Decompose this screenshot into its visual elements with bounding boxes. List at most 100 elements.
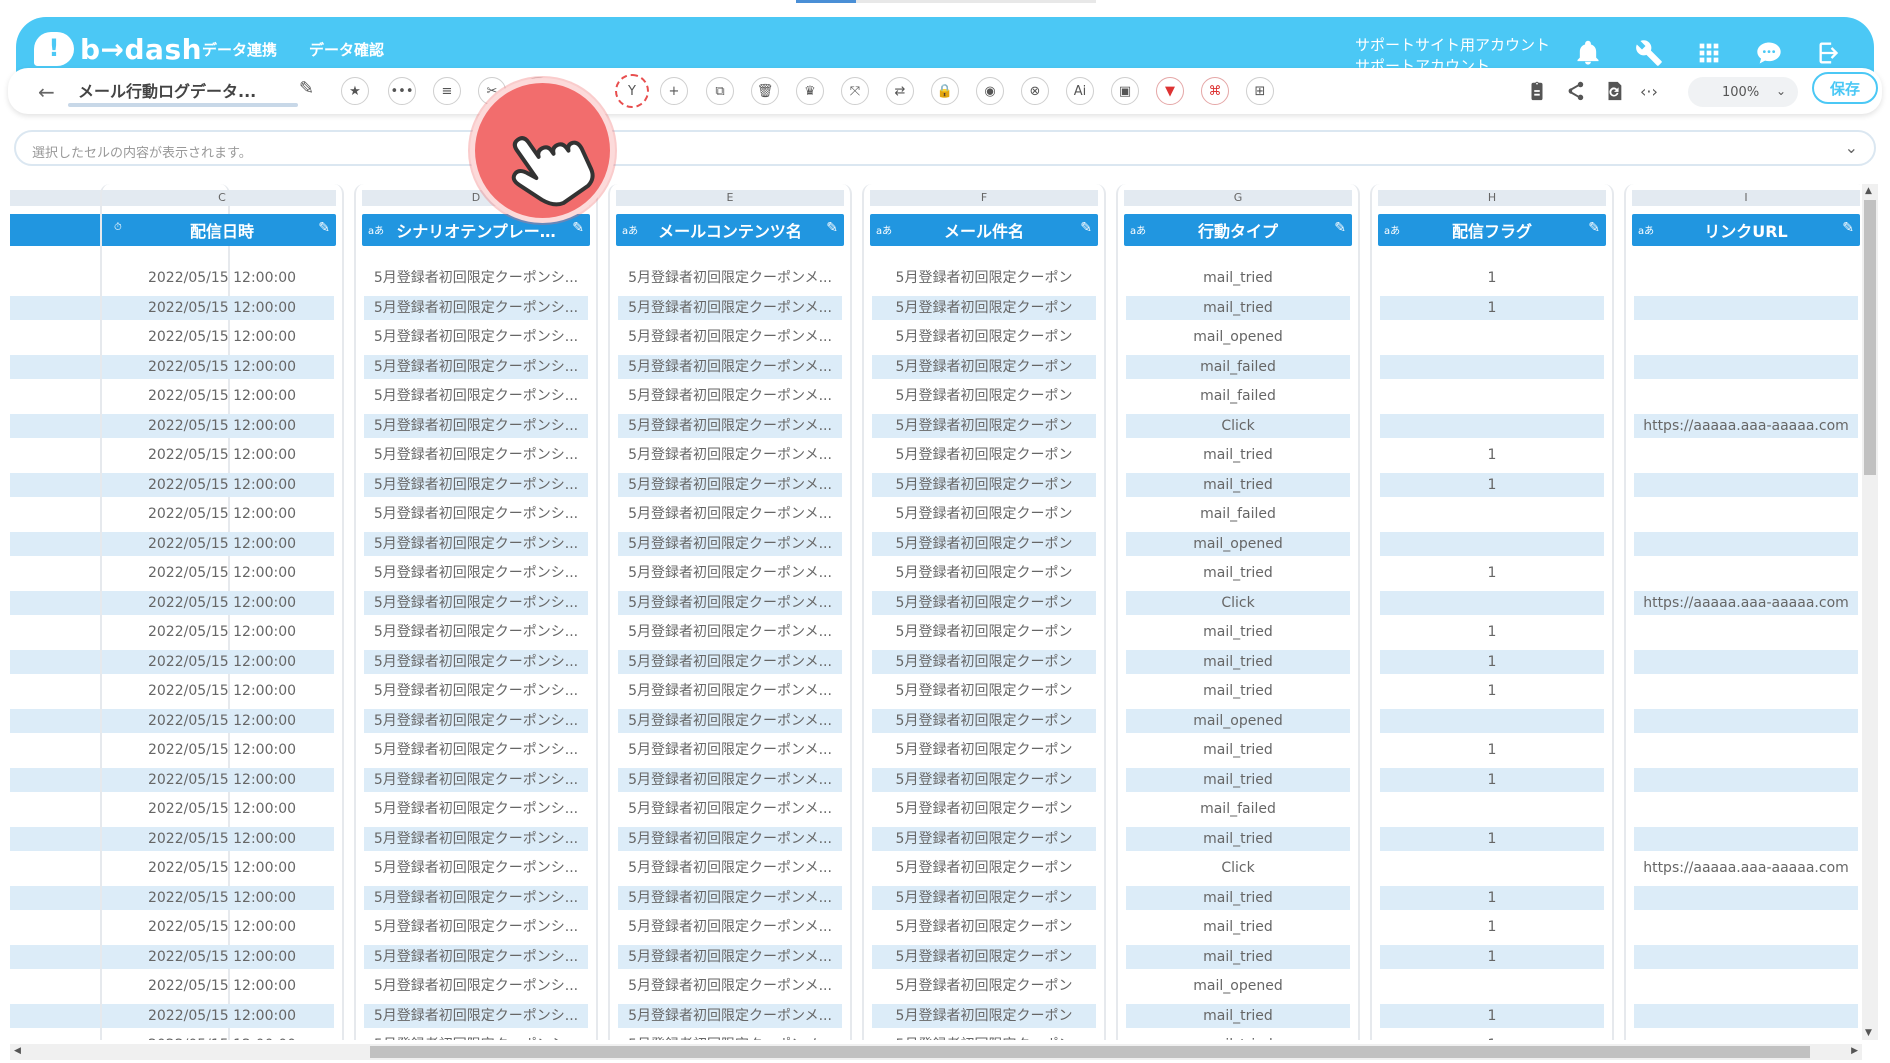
zoom-select[interactable]: 100% ⌄ (1688, 77, 1798, 107)
table-tool-button[interactable]: ⊞ (1246, 77, 1274, 105)
grid-cell[interactable]: 5月登録者初回限定クーポン (872, 974, 1096, 998)
grid-cell[interactable] (1634, 738, 1858, 762)
grid-cell[interactable]: mail_failed (1126, 797, 1350, 821)
grid-cell[interactable]: Click (1126, 590, 1350, 615)
grid-cell[interactable]: 5月登録者初回限定クーポン (872, 590, 1096, 615)
grid-cell[interactable]: 5月登録者初回限定クーポンシ... (364, 295, 588, 320)
grid-cell[interactable]: 5月登録者初回限定クーポンメ... (618, 590, 842, 615)
grid-cell[interactable]: 5月登録者初回限定クーポン (872, 1003, 1096, 1028)
frame-tool-button[interactable]: ▣ (1111, 77, 1139, 105)
grid-cell[interactable] (1634, 561, 1858, 585)
grid-cell[interactable]: 1 (1380, 1003, 1604, 1028)
grid-cell[interactable]: 5月登録者初回限定クーポンメ... (618, 384, 842, 408)
grid-cell[interactable]: 5月登録者初回限定クーポンメ... (618, 620, 842, 644)
grid-cell[interactable]: 1 (1380, 767, 1604, 792)
edit-column-icon[interactable]: ✎ (826, 220, 838, 236)
grid-cell[interactable]: 5月登録者初回限定クーポンメ... (618, 443, 842, 467)
grid-cell[interactable]: 2022/05/15 12:00:00 (110, 738, 334, 762)
vertical-scrollbar[interactable]: ▲ ▼ (1862, 184, 1878, 1040)
grid-cell[interactable]: 1 (1380, 679, 1604, 703)
grid-cell[interactable]: 2022/05/15 12:00:00 (110, 531, 334, 556)
edit-title-icon[interactable]: ✎ (299, 78, 314, 99)
grid-cell[interactable]: 5月登録者初回限定クーポンシ... (364, 443, 588, 467)
grid-cell[interactable]: 5月登録者初回限定クーポンメ... (618, 502, 842, 526)
grid-cell[interactable]: 5月登録者初回限定クーポンシ... (364, 590, 588, 615)
grid-cell[interactable] (1634, 1033, 1858, 1040)
grid-cell[interactable]: 2022/05/15 12:00:00 (110, 915, 334, 939)
column-letter[interactable]: H (1378, 190, 1606, 206)
grid-cell[interactable]: 5月登録者初回限定クーポンメ... (618, 738, 842, 762)
grid-cell[interactable] (1634, 443, 1858, 467)
grid-cell[interactable]: 2022/05/15 12:00:00 (110, 1003, 334, 1028)
chevron-down-icon[interactable]: ⌄ (1845, 138, 1858, 157)
grid-cell[interactable]: 1 (1380, 885, 1604, 910)
grid-cell[interactable] (1634, 944, 1858, 969)
column-header[interactable]: aあ 行動タイプ ✎ (1124, 214, 1352, 246)
grid-cell[interactable]: mail_tried (1126, 944, 1350, 969)
grid-cell[interactable]: 2022/05/15 12:00:00 (110, 295, 334, 320)
cell-content-display[interactable]: 選択したセルの内容が表示されます。 ⌄ (14, 130, 1876, 166)
grid-cell[interactable]: 5月登録者初回限定クーポンメ... (618, 531, 842, 556)
grid-cell[interactable] (1380, 797, 1604, 821)
grid-cell[interactable]: 5月登録者初回限定クーポンシ... (364, 384, 588, 408)
grid-cell[interactable]: 5月登録者初回限定クーポン (872, 708, 1096, 733)
logout-icon[interactable] (1813, 36, 1847, 70)
grid-cell[interactable]: mail_tried (1126, 561, 1350, 585)
grid-cell[interactable]: mail_tried (1126, 738, 1350, 762)
grid-cell[interactable] (1634, 767, 1858, 792)
column-letter[interactable]: F (870, 190, 1098, 206)
grid-cell[interactable] (1380, 531, 1604, 556)
grid-cell[interactable]: 5月登録者初回限定クーポン (872, 620, 1096, 644)
grid-cell[interactable] (1634, 708, 1858, 733)
column-header[interactable]: ⏱ 配信日時 ✎ (108, 214, 336, 246)
grid-cell[interactable]: 5月登録者初回限定クーポンシ... (364, 885, 588, 910)
ai-tool-button[interactable]: Ai (1066, 77, 1094, 105)
grid-cell[interactable] (1634, 502, 1858, 526)
grid-cell[interactable]: 5月登録者初回限定クーポンメ... (618, 413, 842, 438)
column-letter[interactable]: C (108, 190, 336, 206)
grid-cell[interactable]: 1 (1380, 649, 1604, 674)
grid-cell[interactable]: Click (1126, 413, 1350, 438)
nav-data-integration[interactable]: データ連携 (202, 39, 277, 60)
grid-cell[interactable] (1634, 974, 1858, 998)
grid-cell[interactable]: 1 (1380, 944, 1604, 969)
wrench-icon[interactable] (1632, 36, 1666, 70)
grid-cell[interactable]: 2022/05/15 12:00:00 (110, 561, 334, 585)
grid-cell[interactable] (1380, 325, 1604, 349)
grid-cell[interactable] (1634, 384, 1858, 408)
horizontal-scroll-thumb[interactable] (370, 1046, 1810, 1058)
close-tool-button[interactable]: ⊗ (1021, 77, 1049, 105)
repeat-tool-button[interactable]: ⇄ (886, 77, 914, 105)
grid-cell[interactable]: 5月登録者初回限定クーポン (872, 325, 1096, 349)
favorite-tool-button[interactable]: ★ (341, 77, 369, 105)
grid-cell[interactable]: 2022/05/15 12:00:00 (110, 354, 334, 379)
refresh-icon[interactable] (1603, 80, 1625, 107)
grid-cell[interactable]: 5月登録者初回限定クーポン (872, 354, 1096, 379)
grid-cell[interactable]: https://aaaaa.aaa-aaaaa.com (1634, 413, 1858, 438)
grid-cell[interactable]: mail_tried (1126, 826, 1350, 851)
support-chat-icon[interactable] (1752, 36, 1786, 70)
grid-cell[interactable]: mail_opened (1126, 974, 1350, 998)
grid-cell[interactable]: 2022/05/15 12:00:00 (110, 885, 334, 910)
grid-cell[interactable]: 5月登録者初回限定クーポンシ... (364, 354, 588, 379)
grid-cell[interactable]: https://aaaaa.aaa-aaaaa.com (1634, 590, 1858, 615)
nav-data-check[interactable]: データ確認 (309, 39, 384, 60)
grid-cell[interactable]: https://aaaaa.aaa-aaaaa.com (1634, 856, 1858, 880)
grid-cell[interactable]: 5月登録者初回限定クーポンメ... (618, 266, 842, 290)
grid-cell[interactable]: 1 (1380, 738, 1604, 762)
grid-cell[interactable]: mail_tried (1126, 266, 1350, 290)
grid-cell[interactable]: 5月登録者初回限定クーポン (872, 472, 1096, 497)
grid-cell[interactable]: 2022/05/15 12:00:00 (110, 944, 334, 969)
grid-cell[interactable]: mail_tried (1126, 295, 1350, 320)
grid-cell[interactable]: 1 (1380, 443, 1604, 467)
grid-cell[interactable]: 5月登録者初回限定クーポンシ... (364, 531, 588, 556)
edit-column-icon[interactable]: ✎ (1588, 220, 1600, 236)
grid-cell[interactable]: 5月登録者初回限定クーポンシ... (364, 1033, 588, 1040)
merge-tool-button[interactable]: Y (615, 74, 649, 108)
grid-cell[interactable]: 5月登録者初回限定クーポンシ... (364, 502, 588, 526)
grid-cell[interactable]: 5月登録者初回限定クーポン (872, 738, 1096, 762)
grid-cell[interactable]: 5月登録者初回限定クーポンシ... (364, 767, 588, 792)
grid-cell[interactable] (1380, 590, 1604, 615)
grid-cell[interactable]: 2022/05/15 12:00:00 (110, 826, 334, 851)
grid-cell[interactable]: 2022/05/15 12:00:00 (110, 649, 334, 674)
